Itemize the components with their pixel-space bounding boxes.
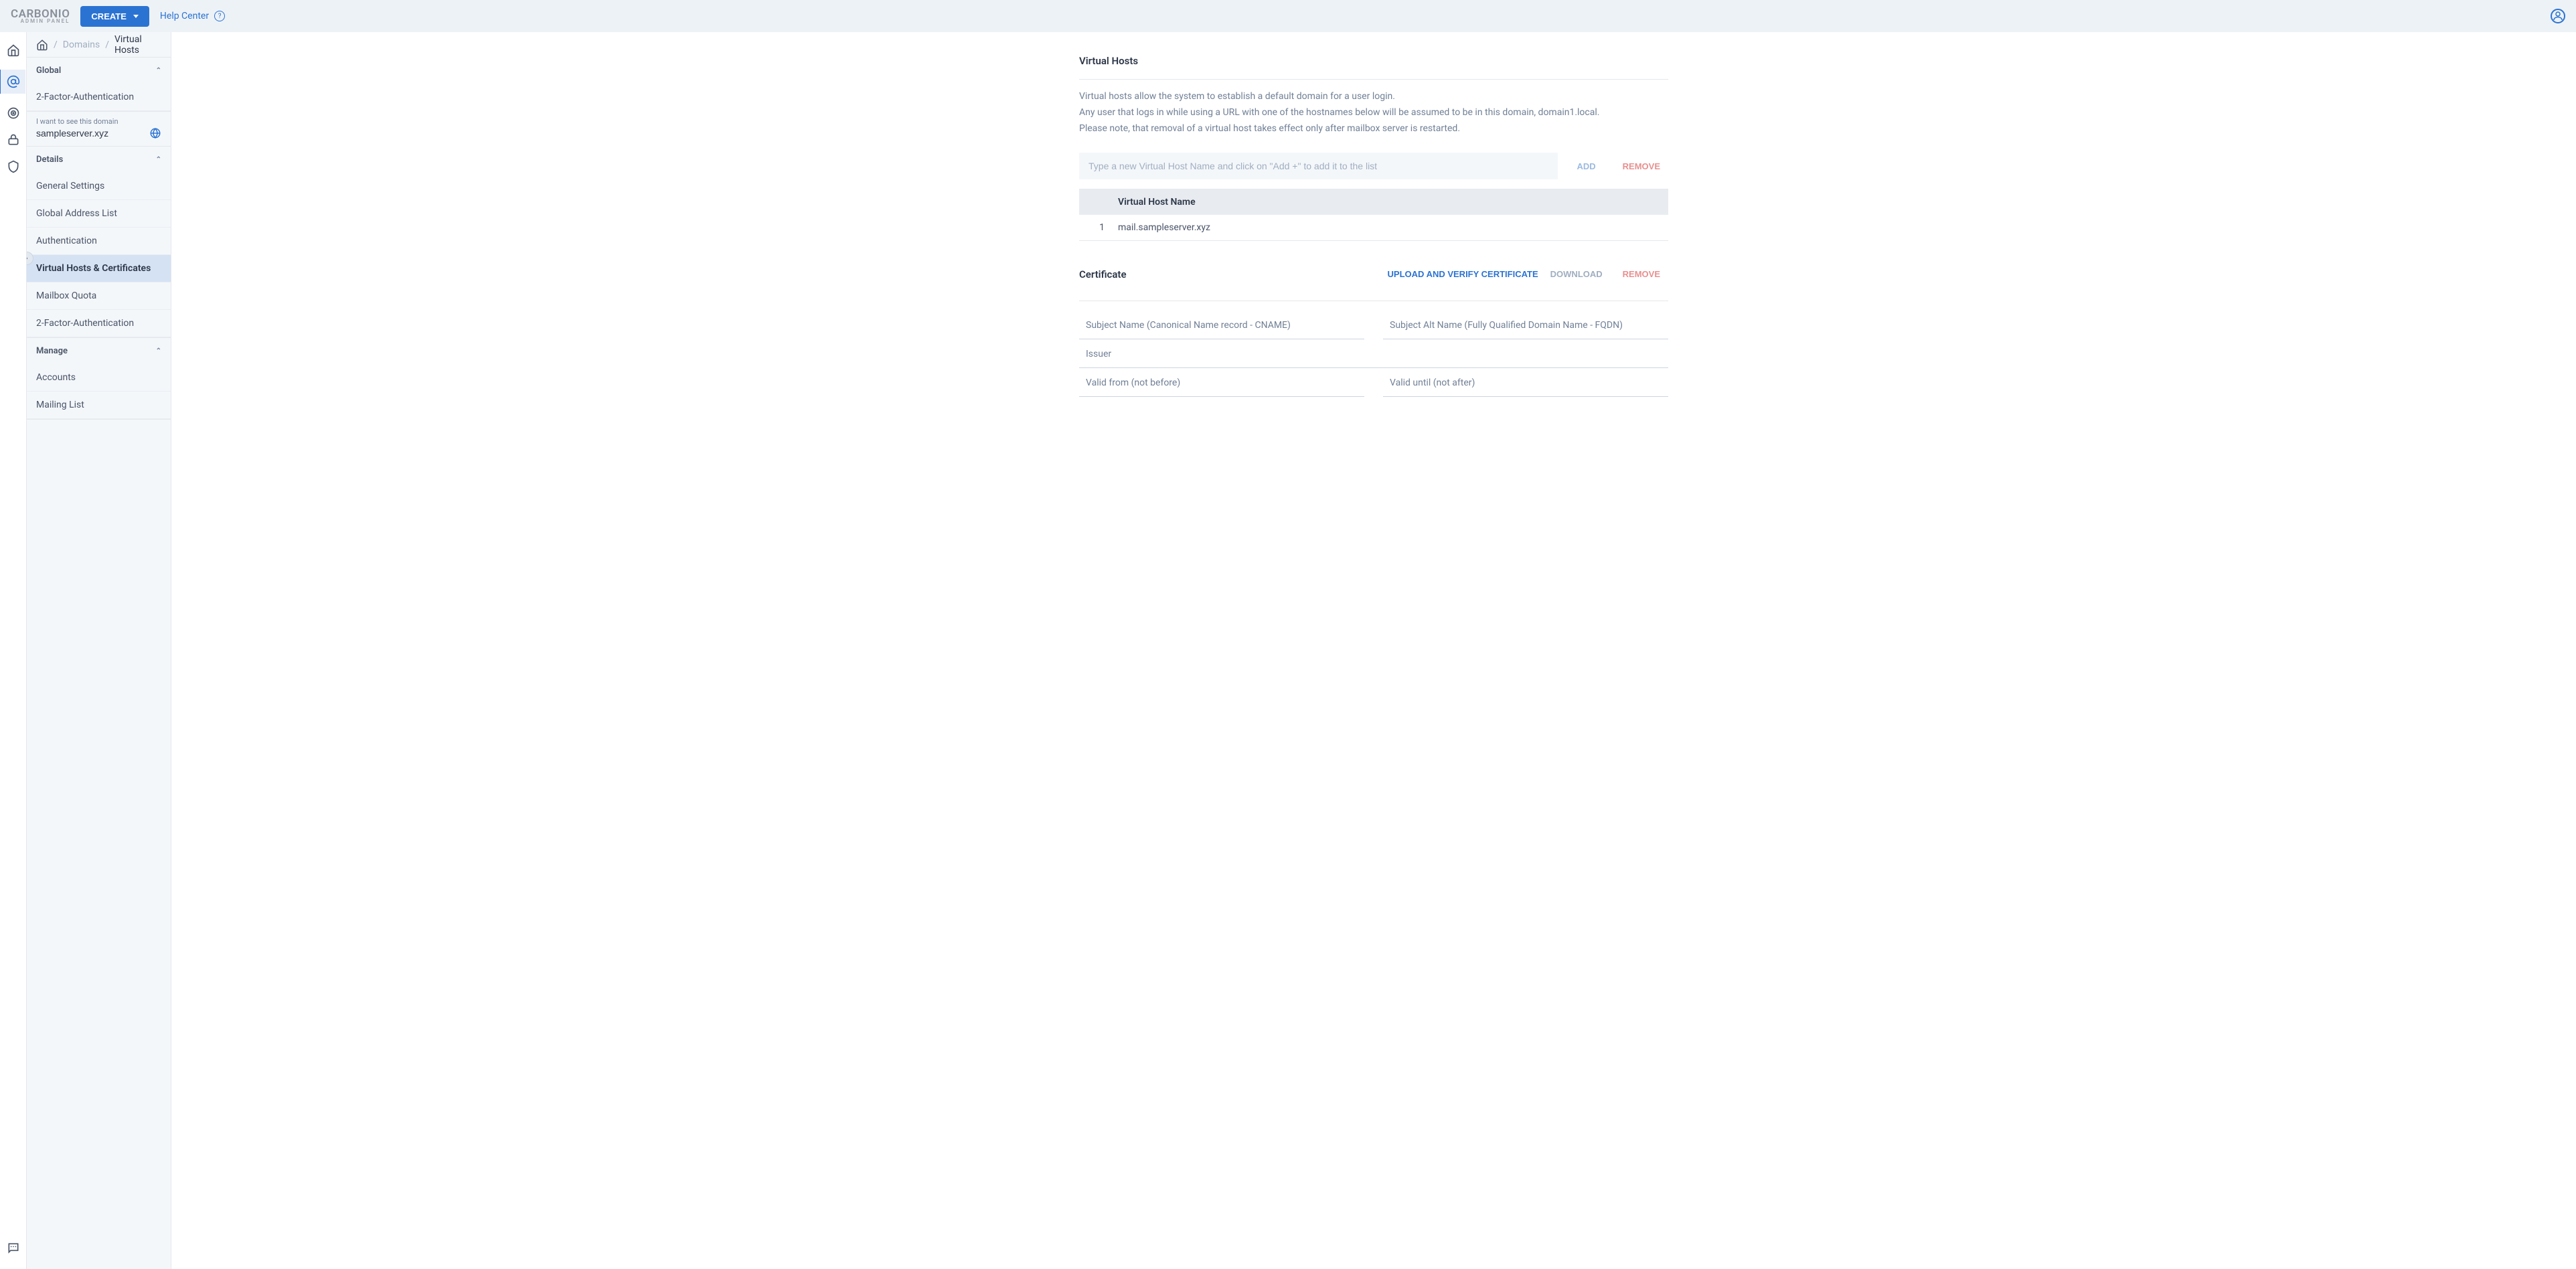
- sidebar-section-manage: Manage ⌃ Accounts Mailing List: [27, 338, 171, 420]
- breadcrumb-domains[interactable]: Domains: [63, 39, 100, 50]
- help-label: Help Center: [160, 11, 209, 21]
- logo: CARBONIO ADMIN PANEL: [11, 9, 70, 24]
- rail-chat-icon[interactable]: [6, 1241, 21, 1256]
- section-label: Global: [36, 66, 61, 76]
- section-header-details[interactable]: Details ⌃: [27, 147, 171, 173]
- vhosts-description: Virtual hosts allow the system to establ…: [1079, 89, 1668, 137]
- user-menu-button[interactable]: [2551, 9, 2565, 23]
- download-cert-button[interactable]: DOWNLOAD: [1550, 264, 1603, 284]
- sidebar-item-mailbox-quota[interactable]: Mailbox Quota: [27, 282, 171, 310]
- sidebar-section-global: Global ⌃ 2-Factor-Authentication: [27, 58, 171, 112]
- create-button[interactable]: CREATE: [80, 6, 149, 27]
- rail-home-icon[interactable]: [6, 43, 21, 58]
- sidebar-item-gal[interactable]: Global Address List: [27, 200, 171, 228]
- desc-line-1: Virtual hosts allow the system to establ…: [1079, 89, 1668, 105]
- chevron-down-icon: [133, 15, 139, 18]
- domain-selector: I want to see this domain: [27, 112, 171, 147]
- sidebar-section-details: Details ⌃ General Settings Global Addres…: [27, 147, 171, 338]
- user-icon: [2552, 10, 2564, 22]
- chevron-up-icon: ⌃: [156, 347, 161, 355]
- sidebar-item-authentication[interactable]: Authentication: [27, 228, 171, 255]
- section-label: Details: [36, 155, 63, 165]
- icon-rail: [0, 32, 27, 1269]
- vhost-input-row: ADD REMOVE: [1079, 153, 1668, 179]
- sidebar: › / Domains / Virtual Hosts Global ⌃ 2-F…: [27, 32, 171, 1269]
- vhost-input[interactable]: [1079, 153, 1558, 179]
- section-label: Manage: [36, 346, 68, 356]
- rail-at-icon[interactable]: [0, 70, 25, 94]
- sidebar-item-details-2fa[interactable]: 2-Factor-Authentication: [27, 310, 171, 337]
- breadcrumb-current: Virtual Hosts: [114, 34, 161, 56]
- cert-row: Issuer: [1079, 339, 1668, 368]
- cert-valid-until[interactable]: Valid until (not after): [1383, 368, 1668, 397]
- divider: [1079, 79, 1668, 80]
- cert-actions: UPLOAD AND VERIFY CERTIFICATE DOWNLOAD R…: [1388, 264, 1668, 284]
- row-name: mail.sampleserver.xyz: [1115, 222, 1659, 233]
- sidebar-item-general-settings[interactable]: General Settings: [27, 173, 171, 200]
- chevron-up-icon: ⌃: [156, 67, 161, 74]
- cert-valid-from[interactable]: Valid from (not before): [1079, 368, 1364, 397]
- cert-subject-alt[interactable]: Subject Alt Name (Fully Qualified Domain…: [1383, 311, 1668, 339]
- table-header: Virtual Host Name: [1079, 189, 1668, 215]
- cert-fields: Subject Name (Canonical Name record - CN…: [1079, 311, 1668, 397]
- table-col-name-header: Virtual Host Name: [1115, 197, 1659, 207]
- content-area: Virtual Hosts Virtual hosts allow the sy…: [1066, 32, 1682, 424]
- vhost-table: Virtual Host Name 1 mail.sampleserver.xy…: [1079, 189, 1668, 241]
- main-content: Virtual Hosts Virtual hosts allow the sy…: [171, 32, 2576, 1269]
- add-button[interactable]: ADD: [1568, 156, 1603, 177]
- top-header: CARBONIO ADMIN PANEL CREATE Help Center …: [0, 0, 2576, 32]
- rail-lock-icon[interactable]: [6, 133, 21, 147]
- row-num: 1: [1089, 222, 1115, 233]
- cert-row: Subject Name (Canonical Name record - CN…: [1079, 311, 1668, 339]
- domain-label: I want to see this domain: [36, 117, 161, 126]
- breadcrumb-home-icon[interactable]: [36, 39, 48, 51]
- cert-row: Valid from (not before) Valid until (not…: [1079, 368, 1668, 397]
- sidebar-item-global-2fa[interactable]: 2-Factor-Authentication: [27, 84, 171, 111]
- table-row[interactable]: 1 mail.sampleserver.xyz: [1079, 215, 1668, 240]
- sidebar-item-mailing-list[interactable]: Mailing List: [27, 392, 171, 419]
- header-left: CARBONIO ADMIN PANEL CREATE Help Center …: [11, 6, 225, 27]
- desc-line-3: Please note, that removal of a virtual h…: [1079, 121, 1668, 137]
- domain-input[interactable]: [36, 128, 143, 139]
- chevron-up-icon: ⌃: [156, 156, 161, 163]
- table-col-num: [1089, 197, 1115, 207]
- vhosts-title: Virtual Hosts: [1079, 55, 1668, 67]
- section-header-global[interactable]: Global ⌃: [27, 58, 171, 84]
- remove-cert-button[interactable]: REMOVE: [1615, 264, 1668, 284]
- sidebar-item-accounts[interactable]: Accounts: [27, 364, 171, 392]
- create-label: CREATE: [91, 11, 126, 21]
- help-center-link[interactable]: Help Center ?: [160, 11, 225, 21]
- rail-shield-icon[interactable]: [6, 159, 21, 174]
- rail-target-icon[interactable]: [6, 106, 21, 120]
- help-icon: ?: [214, 11, 225, 21]
- main-layout: › / Domains / Virtual Hosts Global ⌃ 2-F…: [0, 32, 2576, 1269]
- cert-issuer[interactable]: Issuer: [1079, 339, 1668, 368]
- sidebar-item-virtual-hosts[interactable]: Virtual Hosts & Certificates: [27, 255, 171, 282]
- content-inner: Virtual Hosts Virtual hosts allow the sy…: [1066, 55, 1682, 397]
- cert-header-row: Certificate UPLOAD AND VERIFY CERTIFICAT…: [1079, 264, 1668, 284]
- cert-title: Certificate: [1079, 268, 1127, 280]
- desc-line-2: Any user that logs in while using a URL …: [1079, 105, 1668, 121]
- domain-input-row: [36, 127, 161, 139]
- remove-vhost-button[interactable]: REMOVE: [1615, 156, 1668, 177]
- sidebar-breadcrumb: / Domains / Virtual Hosts: [27, 32, 171, 58]
- globe-icon[interactable]: [149, 127, 161, 139]
- breadcrumb-separator: /: [105, 39, 109, 50]
- cert-subject-name[interactable]: Subject Name (Canonical Name record - CN…: [1079, 311, 1364, 339]
- section-header-manage[interactable]: Manage ⌃: [27, 338, 171, 364]
- upload-cert-button[interactable]: UPLOAD AND VERIFY CERTIFICATE: [1388, 264, 1538, 284]
- breadcrumb-separator: /: [54, 39, 58, 50]
